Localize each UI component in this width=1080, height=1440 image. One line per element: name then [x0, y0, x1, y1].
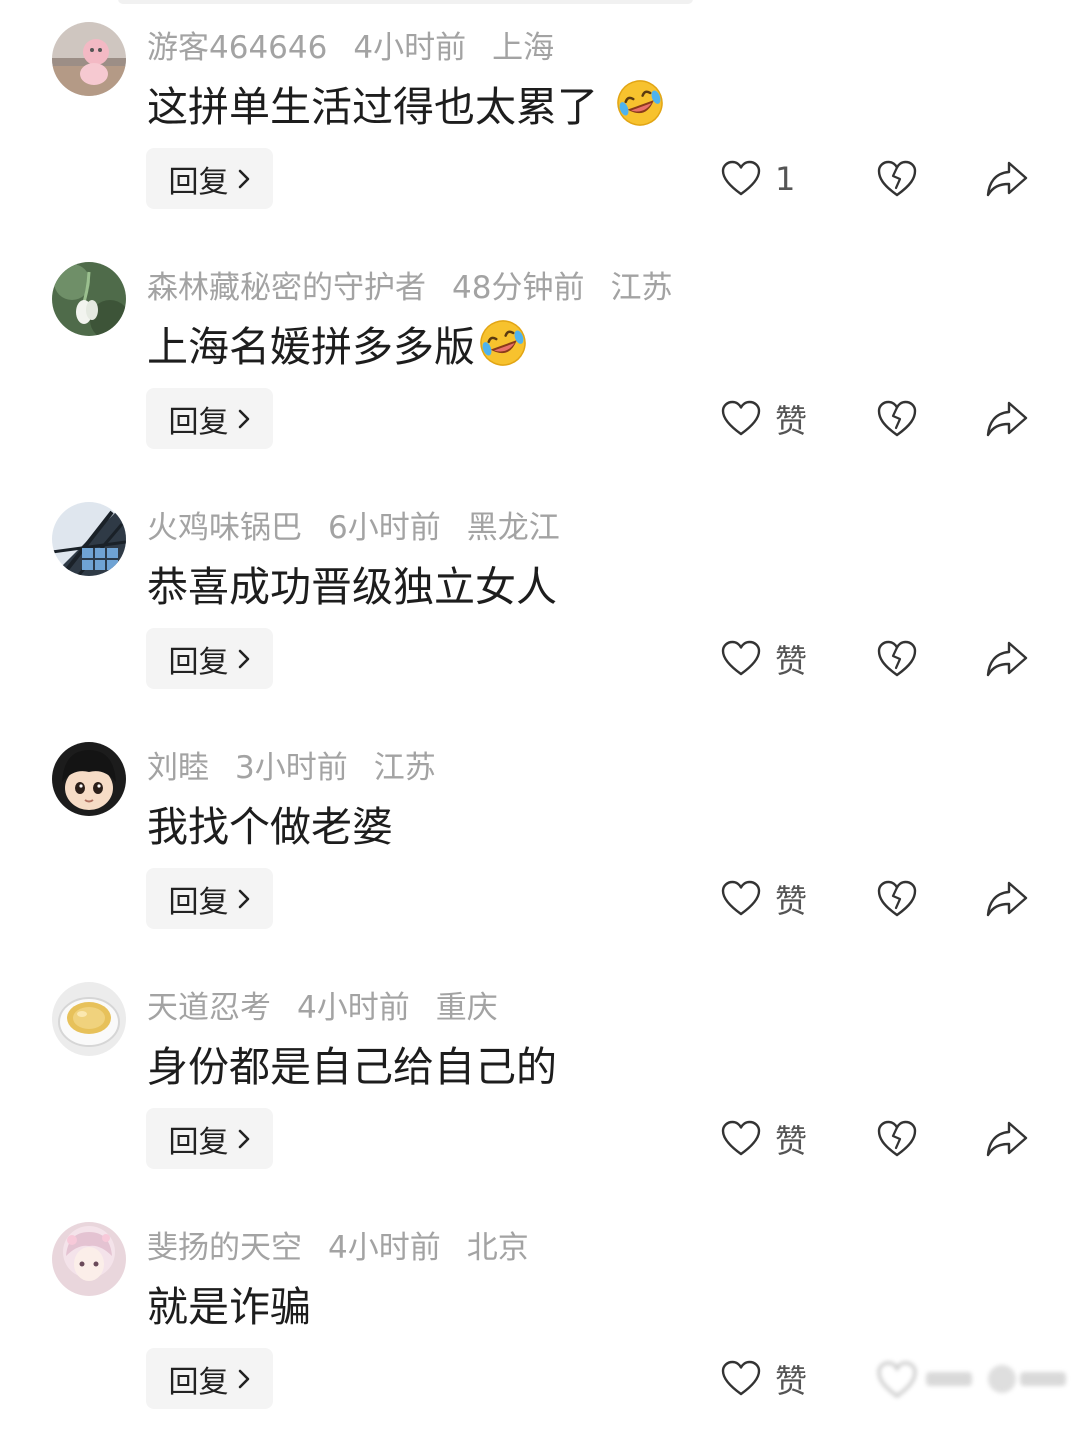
comment-text: 就是诈骗 — [147, 1274, 311, 1332]
like-button[interactable]: 赞 — [721, 876, 807, 922]
like-button[interactable]: 赞 — [721, 396, 807, 442]
location: 江苏 — [610, 269, 673, 306]
comment-text: 我找个做老婆 — [147, 794, 393, 852]
avatar[interactable] — [52, 262, 126, 336]
comment-meta: 刘睦 3小时前 江苏 — [147, 742, 436, 786]
reply-label: 回复 — [168, 404, 229, 440]
like-label: 赞 — [775, 642, 808, 680]
reply-button[interactable]: 回复 — [146, 1108, 273, 1169]
broken-heart-icon[interactable] — [876, 158, 918, 200]
username[interactable]: 火鸡味锅巴 — [147, 502, 302, 547]
reply-label: 回复 — [168, 1124, 229, 1160]
reply-button[interactable]: 回复 — [146, 1348, 273, 1409]
comment-meta: 斐扬的天空 4小时前 北京 — [147, 1222, 529, 1266]
share-icon[interactable] — [985, 879, 1029, 919]
like-button[interactable]: 赞 — [721, 1116, 807, 1162]
heart-icon — [721, 160, 761, 196]
username[interactable]: 刘睦 — [147, 742, 209, 787]
broken-heart-icon[interactable] — [876, 878, 918, 920]
comment-item: 斐扬的天空 4小时前 北京 就是诈骗 回复 赞 — [0, 1200, 1080, 1440]
share-icon[interactable] — [985, 399, 1029, 439]
share-icon[interactable] — [985, 639, 1029, 679]
timestamp: 48分钟前 — [452, 269, 585, 306]
comment-text: 恭喜成功晋级独立女人 — [147, 554, 557, 612]
comment-text: 这拼单生活过得也太累了 — [147, 74, 666, 132]
like-label: 赞 — [775, 882, 808, 920]
reply-button[interactable]: 回复 — [146, 628, 273, 689]
chevron-right-icon — [238, 889, 249, 908]
timestamp: 4小时前 — [328, 1229, 441, 1266]
like-label: 赞 — [775, 1362, 808, 1400]
comment-body: 就是诈骗 — [147, 1283, 311, 1331]
broken-heart-icon[interactable] — [876, 638, 918, 680]
chevron-right-icon — [238, 409, 249, 428]
location: 重庆 — [435, 989, 498, 1026]
reply-label: 回复 — [168, 884, 229, 920]
location: 江苏 — [373, 749, 436, 786]
timestamp: 6小时前 — [328, 509, 441, 546]
username[interactable]: 游客464646 — [147, 22, 327, 67]
like-button[interactable]: 赞 — [721, 1356, 807, 1402]
timestamp: 4小时前 — [353, 29, 467, 66]
like-button[interactable]: 赞 — [721, 636, 807, 682]
broken-heart-icon[interactable] — [876, 398, 918, 440]
location: 上海 — [492, 29, 555, 66]
rofl-emoji-icon — [480, 320, 526, 366]
avatar[interactable] — [52, 982, 126, 1056]
comment-meta: 游客464646 4小时前 上海 — [147, 22, 554, 66]
comment-meta: 天道忍考 4小时前 重庆 — [147, 982, 498, 1026]
location: 北京 — [466, 1229, 529, 1266]
heart-icon — [721, 1360, 761, 1396]
reply-button[interactable]: 回复 — [146, 388, 273, 449]
reply-label: 回复 — [168, 164, 229, 200]
comment-item: 火鸡味锅巴 6小时前 黑龙江 恭喜成功晋级独立女人 回复 赞 — [0, 480, 1080, 720]
broken-heart-icon[interactable] — [876, 1118, 918, 1160]
chevron-right-icon — [238, 169, 249, 188]
comment-body: 恭喜成功晋级独立女人 — [147, 563, 557, 611]
avatar[interactable] — [52, 742, 126, 816]
heart-icon — [721, 1120, 761, 1156]
comment-item: 游客464646 4小时前 上海 这拼单生活过得也太累了 回复 1 — [0, 0, 1080, 240]
like-label: 赞 — [775, 1122, 808, 1160]
timestamp: 3小时前 — [235, 749, 348, 786]
comment-item: 森林藏秘密的守护者 48分钟前 江苏 上海名媛拼多多版 回复 赞 — [0, 240, 1080, 480]
comment-body: 身份都是自己给自己的 — [147, 1043, 557, 1091]
username[interactable]: 森林藏秘密的守护者 — [147, 262, 426, 307]
like-label: 赞 — [775, 402, 808, 440]
reply-button[interactable]: 回复 — [146, 148, 273, 209]
username[interactable]: 斐扬的天空 — [147, 1222, 302, 1267]
username[interactable]: 天道忍考 — [147, 982, 271, 1027]
share-icon[interactable] — [985, 1119, 1029, 1159]
comment-list: 游客464646 4小时前 上海 这拼单生活过得也太累了 回复 1 森林藏秘密的… — [0, 0, 1080, 1409]
comment-body: 这拼单生活过得也太累了 — [147, 83, 598, 131]
rofl-emoji-icon — [617, 80, 663, 126]
comment-meta: 森林藏秘密的守护者 48分钟前 江苏 — [147, 262, 672, 306]
comment-meta: 火鸡味锅巴 6小时前 黑龙江 — [147, 502, 560, 546]
timestamp: 4小时前 — [297, 989, 410, 1026]
like-count: 1 — [775, 160, 796, 198]
comment-body: 我找个做老婆 — [147, 803, 393, 851]
reply-label: 回复 — [168, 1364, 229, 1400]
chevron-right-icon — [238, 1369, 249, 1388]
avatar[interactable] — [52, 22, 126, 96]
avatar[interactable] — [52, 502, 126, 576]
location: 黑龙江 — [466, 509, 560, 546]
comment-item: 天道忍考 4小时前 重庆 身份都是自己给自己的 回复 赞 — [0, 960, 1080, 1200]
comment-text: 身份都是自己给自己的 — [147, 1034, 557, 1092]
avatar[interactable] — [52, 1222, 126, 1296]
share-icon[interactable] — [985, 159, 1029, 199]
watermark-logo — [877, 1361, 1066, 1398]
comment-text: 上海名媛拼多多版 — [147, 314, 529, 372]
chevron-right-icon — [238, 1129, 249, 1148]
chevron-right-icon — [238, 649, 249, 668]
reply-label: 回复 — [168, 644, 229, 680]
heart-icon — [721, 880, 761, 916]
comment-item: 刘睦 3小时前 江苏 我找个做老婆 回复 赞 — [0, 720, 1080, 960]
like-button[interactable]: 1 — [721, 156, 795, 202]
heart-icon — [721, 640, 761, 676]
reply-button[interactable]: 回复 — [146, 868, 273, 929]
comment-body: 上海名媛拼多多版 — [147, 323, 475, 371]
heart-icon — [721, 400, 761, 436]
